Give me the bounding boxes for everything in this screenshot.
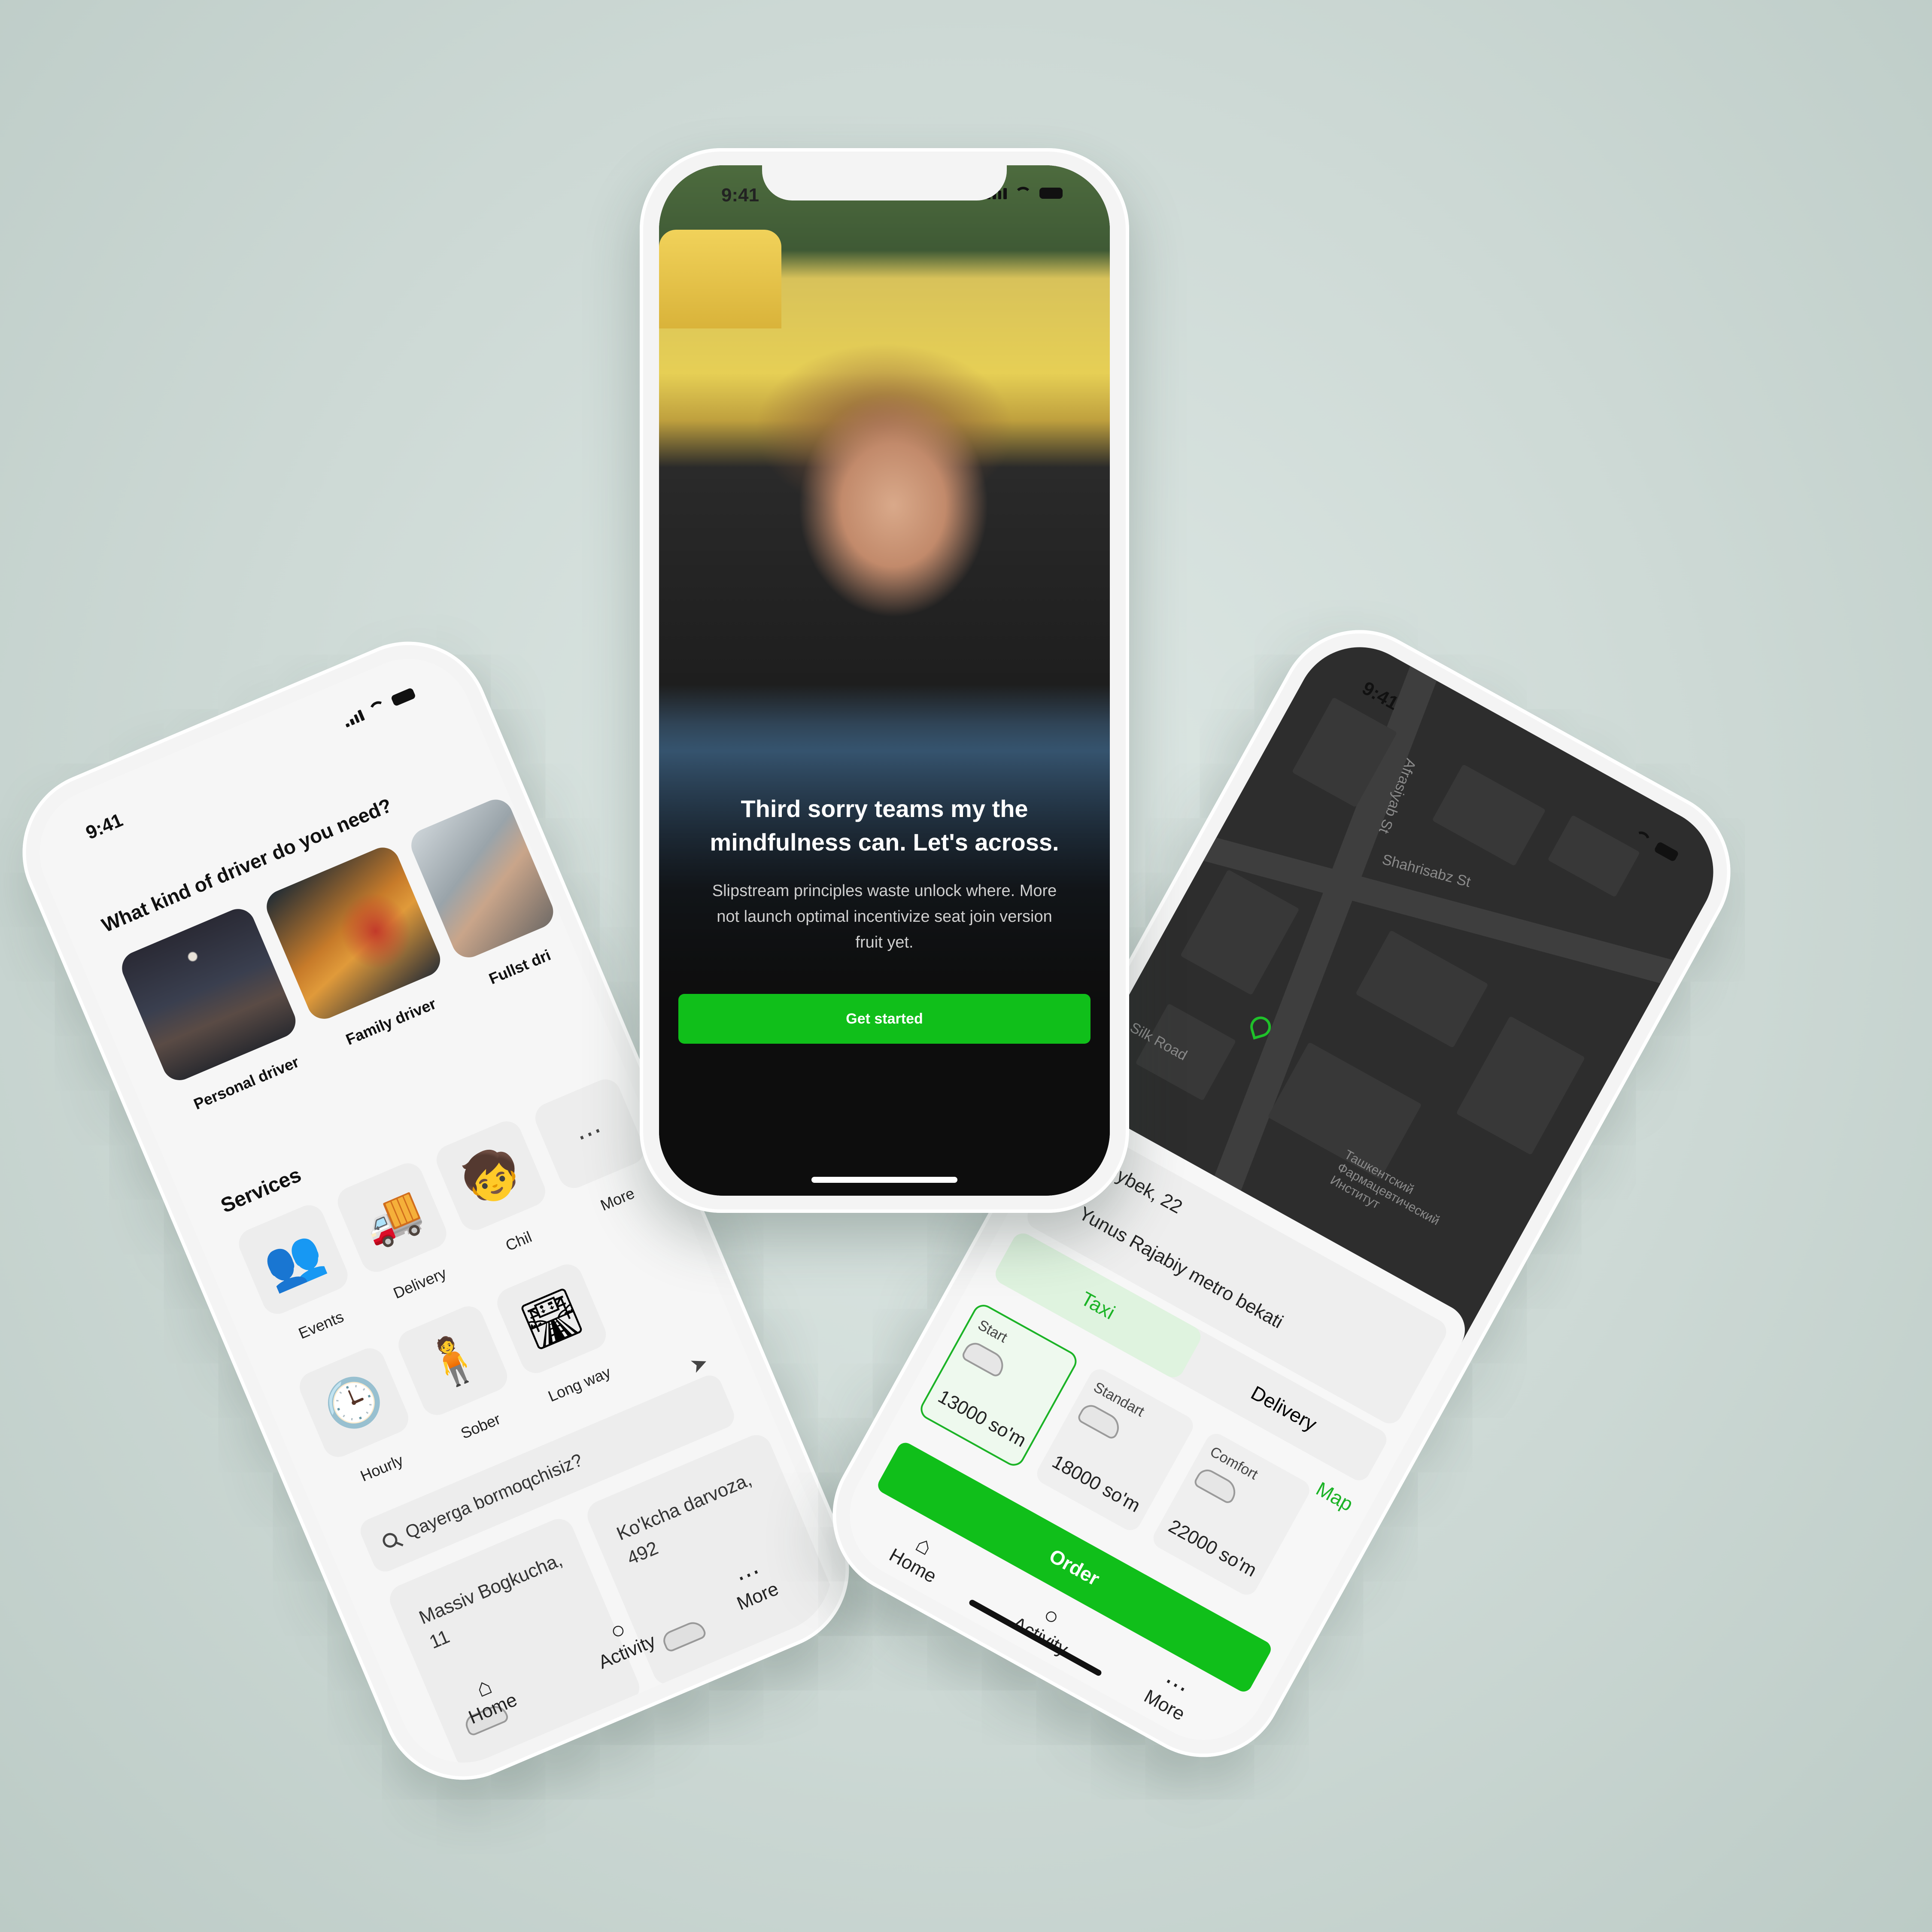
signal-icon	[342, 709, 365, 728]
truck-icon: 🚚	[333, 1158, 451, 1277]
tab-more[interactable]: ⋯ More	[1140, 1663, 1201, 1725]
tariff-price: 18000 so'm	[1048, 1451, 1144, 1517]
road-icon: 🛣	[492, 1259, 611, 1378]
tab-home[interactable]: ⌂ Home	[886, 1522, 953, 1588]
onboarding-phone: 9:41 Third sorry teams my the mindfulnes…	[640, 148, 1129, 1213]
children-icon: 🧒	[431, 1116, 550, 1235]
map-block	[1547, 814, 1640, 898]
tab-more[interactable]: ⋯ More	[724, 1555, 782, 1615]
tab-activity[interactable]: ○ Activity	[1009, 1590, 1084, 1661]
map-block	[1432, 764, 1546, 866]
battery-icon	[390, 687, 416, 707]
map-block	[1180, 869, 1300, 996]
onboarding-screen: 9:41 Third sorry teams my the mindfulnes…	[659, 165, 1110, 1196]
event-hall-photo	[116, 903, 301, 1086]
phone-notch	[762, 165, 1007, 200]
get-started-button[interactable]: Get started	[678, 994, 1091, 1044]
map-block	[1355, 930, 1488, 1048]
send-location-icon[interactable]: ➤	[687, 1349, 712, 1378]
tab-activity[interactable]: ○ Activity	[585, 1607, 659, 1674]
clock-icon: 🕒	[295, 1343, 413, 1462]
recent-address: Ko'kcha darvoza, 492	[614, 1469, 755, 1569]
home-indicator	[811, 1177, 957, 1183]
map-block	[1456, 1016, 1586, 1155]
poi-label: Ташкентский Фармацевтический Институт	[1327, 1147, 1442, 1228]
wifi-icon	[1015, 187, 1032, 200]
battery-icon	[1039, 188, 1063, 199]
status-icons	[342, 687, 416, 728]
search-icon	[380, 1531, 400, 1550]
more-icon: ⋯	[530, 1075, 649, 1193]
map-link[interactable]: Map	[1312, 1477, 1357, 1516]
status-time: 9:41	[82, 809, 126, 844]
driver-type-row: Personal driver Family driver Fullst dri	[116, 794, 573, 1120]
tab-home[interactable]: ⌂ Home	[456, 1665, 520, 1728]
tariff-price: 22000 so'm	[1165, 1515, 1261, 1581]
wifi-icon	[367, 699, 388, 717]
tariff-price: 13000 so'm	[934, 1385, 1030, 1452]
van-loading-photo	[261, 842, 446, 1024]
status-time: 9:41	[721, 185, 759, 206]
services-title: Services	[217, 1163, 305, 1218]
onboarding-headline: Third sorry teams my the mindfulness can…	[710, 795, 1059, 856]
person-icon: 🧍	[393, 1301, 512, 1420]
onboarding-body: Slipstream principles waste unlock where…	[712, 882, 1057, 951]
people-icon: 👥	[234, 1200, 352, 1319]
taxi-sign-graphic	[659, 230, 781, 328]
